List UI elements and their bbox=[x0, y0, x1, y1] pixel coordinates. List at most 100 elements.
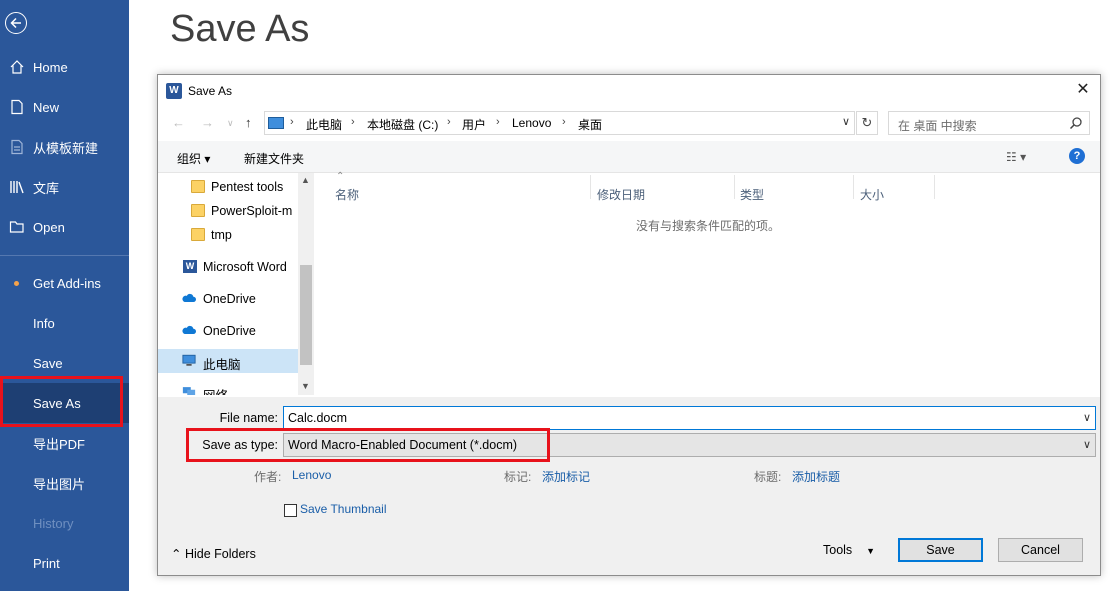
address-bar-row: ← → ∨ ↑ › 此电脑 › 本地磁盘 (C:) › 用户 › Lenovo … bbox=[158, 111, 1100, 135]
nav-get-add-ins[interactable]: Get Add-ins bbox=[0, 263, 129, 303]
chevron-down-icon[interactable]: ∨ bbox=[1083, 411, 1091, 424]
breadcrumb-local-disk[interactable]: 本地磁盘 (C:) bbox=[367, 116, 438, 133]
up-arrow-icon[interactable]: ↑ bbox=[245, 115, 252, 130]
folder-icon bbox=[191, 204, 205, 217]
empty-results-message: 没有与搜索条件匹配的项。 bbox=[636, 219, 781, 233]
nav-open[interactable]: Open bbox=[0, 207, 129, 247]
breadcrumb-desktop[interactable]: 桌面 bbox=[578, 116, 602, 133]
tools-menu[interactable]: Tools ▼ bbox=[823, 543, 875, 557]
tree-item-label: OneDrive bbox=[203, 292, 256, 306]
nav-pane-scrollbar[interactable]: ▲ ▼ bbox=[298, 173, 314, 395]
chevron-up-icon: ⌃ bbox=[171, 547, 182, 561]
tree-item-microsoft-word[interactable]: W Microsoft Word bbox=[158, 255, 298, 279]
nav-save-label: Save bbox=[33, 355, 63, 371]
file-name-input[interactable]: Calc.docm ∨ bbox=[283, 406, 1096, 430]
tags-label: 标记: bbox=[504, 470, 532, 484]
chevron-down-icon[interactable]: ∨ bbox=[1083, 438, 1091, 451]
title-value[interactable]: 添加标题 bbox=[792, 468, 840, 485]
file-name-value: Calc.docm bbox=[288, 411, 348, 425]
new-folder-button[interactable]: 新建文件夹 bbox=[244, 150, 304, 167]
tree-item-powersploit[interactable]: PowerSploit-m bbox=[158, 199, 298, 223]
computer-icon bbox=[182, 354, 196, 366]
author-label: 作者: bbox=[254, 470, 282, 484]
save-options-panel: File name: Calc.docm ∨ Save as type: Wor… bbox=[158, 397, 1100, 575]
cancel-button[interactable]: Cancel bbox=[998, 538, 1083, 562]
chevron-right-icon[interactable]: › bbox=[496, 116, 500, 128]
column-divider bbox=[934, 175, 935, 199]
forward-arrow-icon[interactable]: → bbox=[201, 115, 214, 130]
open-folder-icon bbox=[9, 221, 24, 233]
column-date-modified[interactable]: 修改日期 bbox=[597, 186, 645, 203]
nav-info-label: Info bbox=[33, 315, 55, 331]
nav-home[interactable]: Home bbox=[0, 47, 129, 87]
back-arrow-icon[interactable] bbox=[5, 12, 27, 34]
tree-item-label: OneDrive bbox=[203, 324, 256, 338]
search-box[interactable]: 在 桌面 中搜索 bbox=[888, 111, 1090, 135]
save-as-highlight-box bbox=[0, 376, 123, 427]
computer-icon bbox=[268, 117, 284, 129]
hide-folders-toggle[interactable]: ⌃ Hide Folders bbox=[171, 546, 256, 561]
back-arrow-icon[interactable]: ← bbox=[172, 115, 185, 130]
recent-locations-icon[interactable]: ∨ bbox=[227, 118, 234, 129]
chevron-right-icon[interactable]: › bbox=[562, 116, 566, 128]
column-size[interactable]: 大小 bbox=[860, 186, 884, 203]
tree-item-onedrive-1[interactable]: OneDrive bbox=[158, 287, 298, 311]
chevron-right-icon[interactable]: › bbox=[351, 116, 355, 128]
chevron-right-icon[interactable]: › bbox=[447, 116, 451, 128]
nav-library-label: 文库 bbox=[33, 180, 60, 196]
sidebar-divider bbox=[0, 255, 129, 256]
breadcrumb-users[interactable]: 用户 bbox=[462, 116, 486, 133]
nav-export-image[interactable]: 导出图片 bbox=[0, 463, 129, 503]
refresh-icon[interactable]: ↻ bbox=[856, 111, 878, 135]
backstage-sidebar: Home New 从模板新建 文库 Open Get Add-ins Info … bbox=[0, 0, 129, 591]
chevron-right-icon[interactable]: › bbox=[290, 116, 294, 128]
tags-value[interactable]: 添加标记 bbox=[542, 468, 590, 485]
breadcrumb-lenovo[interactable]: Lenovo bbox=[512, 116, 551, 130]
dialog-title: Save As bbox=[188, 84, 233, 98]
nav-get-add-ins-label: Get Add-ins bbox=[33, 275, 101, 291]
save-thumbnail-label[interactable]: Save Thumbnail bbox=[300, 502, 387, 516]
nav-from-template[interactable]: 从模板新建 bbox=[0, 127, 129, 167]
save-thumbnail-checkbox[interactable] bbox=[284, 504, 297, 517]
tree-item-pentest-tools[interactable]: Pentest tools bbox=[158, 175, 298, 199]
tree-item-label: Pentest tools bbox=[211, 180, 284, 194]
scroll-up-icon[interactable]: ▲ bbox=[301, 175, 310, 185]
organize-button[interactable]: 组织 ▾ bbox=[177, 150, 210, 167]
tree-item-onedrive-2[interactable]: OneDrive bbox=[158, 319, 298, 343]
folder-icon bbox=[191, 180, 205, 193]
file-list: ⌃ 名称 修改日期 类型 大小 没有与搜索条件匹配的项。 bbox=[316, 171, 1100, 395]
column-divider bbox=[853, 175, 854, 199]
column-type[interactable]: 类型 bbox=[740, 186, 764, 203]
tree-item-tmp[interactable]: tmp bbox=[158, 223, 298, 247]
library-icon bbox=[10, 181, 24, 194]
tree-item-network[interactable]: 网络 bbox=[158, 380, 298, 395]
tree-item-this-pc[interactable]: 此电脑 bbox=[158, 349, 298, 373]
column-name[interactable]: 名称 bbox=[335, 186, 359, 203]
sort-ascending-icon: ⌃ bbox=[336, 171, 345, 182]
title-label: 标题: bbox=[754, 470, 782, 484]
column-divider bbox=[590, 175, 591, 199]
nav-export-pdf[interactable]: 导出PDF bbox=[0, 423, 129, 463]
onedrive-icon bbox=[182, 293, 196, 302]
nav-library[interactable]: 文库 bbox=[0, 167, 129, 207]
save-as-dialog: W Save As ✕ ← → ∨ ↑ › 此电脑 › 本地磁盘 (C:) › … bbox=[157, 74, 1101, 576]
nav-print-label: Print bbox=[33, 555, 60, 571]
address-bar[interactable]: › 此电脑 › 本地磁盘 (C:) › 用户 › Lenovo › 桌面 ∨ bbox=[264, 111, 855, 135]
save-type-highlight-box bbox=[186, 428, 550, 462]
close-icon[interactable]: ✕ bbox=[1074, 81, 1092, 99]
save-button[interactable]: Save bbox=[898, 538, 983, 562]
chevron-down-icon[interactable]: ∨ bbox=[842, 115, 850, 128]
nav-new[interactable]: New bbox=[0, 87, 129, 127]
nav-info[interactable]: Info bbox=[0, 303, 129, 343]
file-name-label: File name: bbox=[219, 411, 278, 425]
tree-item-label: tmp bbox=[211, 228, 232, 242]
author-value[interactable]: Lenovo bbox=[292, 468, 331, 482]
nav-export-image-label: 导出图片 bbox=[33, 476, 86, 492]
new-document-icon bbox=[11, 99, 23, 115]
view-options-icon[interactable]: ☷ ▾ bbox=[1006, 150, 1026, 164]
breadcrumb-this-pc[interactable]: 此电脑 bbox=[306, 116, 342, 133]
help-icon[interactable]: ? bbox=[1069, 148, 1085, 164]
nav-print[interactable]: Print bbox=[0, 543, 129, 583]
scroll-down-icon[interactable]: ▼ bbox=[301, 381, 310, 391]
scrollbar-thumb[interactable] bbox=[300, 265, 312, 365]
